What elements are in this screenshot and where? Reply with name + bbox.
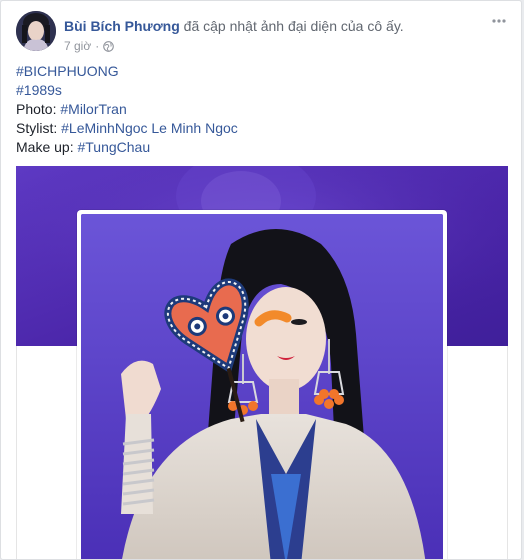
meta-separator: · (95, 39, 100, 53)
makeup-label: Make up: (16, 139, 78, 155)
post-line-4: Stylist: #LeMinhNgoc Le Minh Ngoc (16, 119, 238, 138)
post-meta: 7 giờ · (64, 39, 115, 53)
post-message: #BICHPHUONG #1989s Photo: #MilorTran Sty… (16, 62, 238, 157)
profile-photo-image (81, 214, 443, 559)
post-line-2: #1989s (16, 81, 238, 100)
post-timestamp[interactable]: 7 giờ (64, 39, 91, 53)
post-line-3: Photo: #MilorTran (16, 100, 238, 119)
hashtag-link[interactable]: #LeMinhNgoc Le Minh Ngoc (61, 120, 238, 136)
author-avatar[interactable] (16, 11, 56, 51)
hashtag-link[interactable]: #TungChau (77, 139, 150, 155)
photo-label: Photo: (16, 101, 61, 117)
author-name-link[interactable]: Bùi Bích Phương (64, 18, 180, 34)
post-title-line: Bùi Bích Phương đã cập nhật ảnh đại diện… (64, 17, 404, 35)
hashtag-link[interactable]: #MilorTran (60, 101, 126, 117)
globe-icon[interactable] (103, 40, 115, 52)
more-options-icon[interactable] (489, 13, 509, 29)
hashtag-link[interactable]: #1989s (16, 82, 62, 98)
post-action-text: đã cập nhật ảnh đại diện của cô ấy. (183, 18, 404, 34)
feed-post: Bùi Bích Phương đã cập nhật ảnh đại diện… (0, 0, 522, 560)
avatar-image (16, 11, 56, 51)
hashtag-link[interactable]: #BICHPHUONG (16, 63, 119, 79)
post-line-5: Make up: #TungChau (16, 138, 238, 157)
post-header: Bùi Bích Phương đã cập nhật ảnh đại diện… (16, 11, 511, 55)
post-line-1: #BICHPHUONG (16, 62, 238, 81)
profile-picture[interactable] (77, 210, 447, 559)
stylist-label: Stylist: (16, 120, 62, 136)
